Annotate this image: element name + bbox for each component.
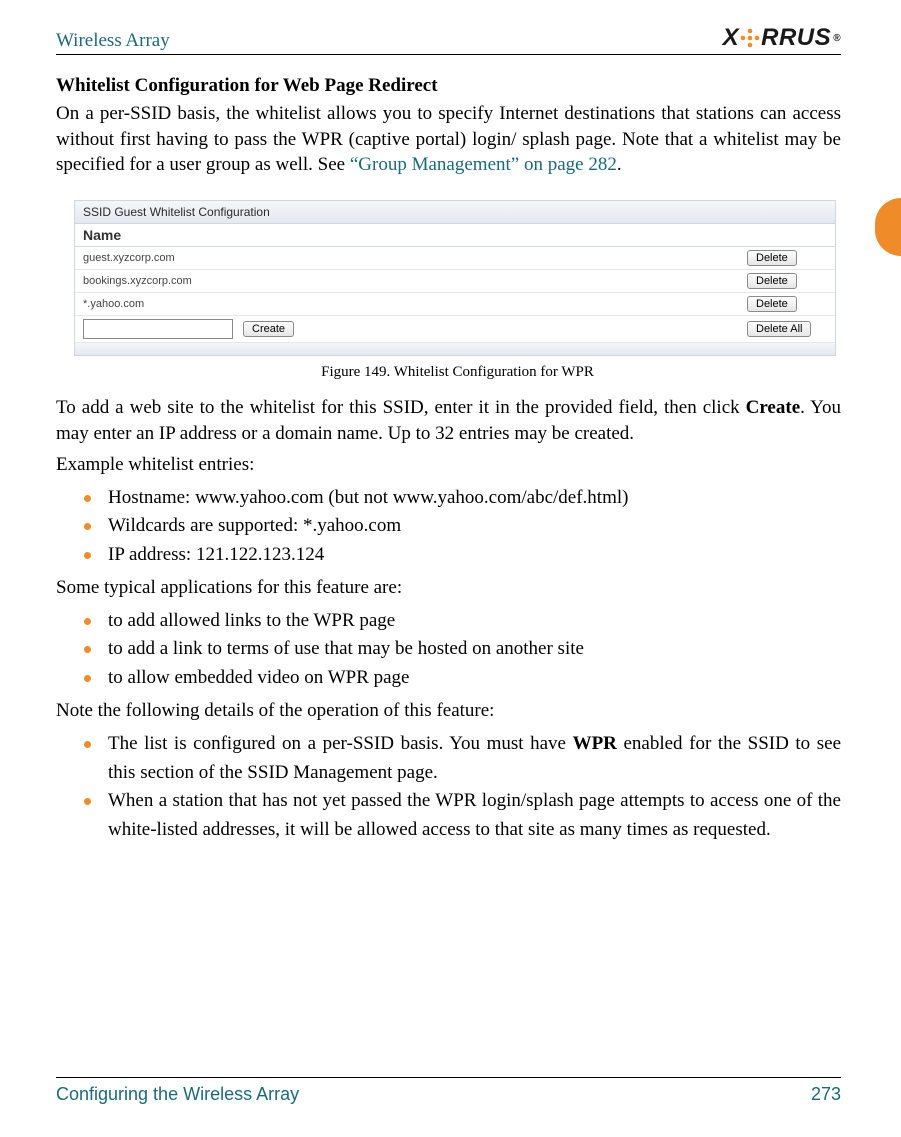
delete-button[interactable]: Delete (747, 250, 797, 266)
p1a: To add a web site to the whitelist for t… (56, 397, 746, 418)
page-footer: Configuring the Wireless Array 273 (56, 1077, 841, 1105)
col-action-header (739, 224, 835, 246)
table-row: bookings.xyzcorp.com Delete (75, 270, 835, 293)
whitelist-entry: *.yahoo.com (83, 298, 144, 310)
list-item: Wildcards are supported: *.yahoo.com (56, 512, 841, 541)
whitelist-entry: guest.xyzcorp.com (83, 252, 175, 264)
page-header: Wireless Array X RRUS ® (56, 24, 841, 55)
table-row: *.yahoo.com Delete (75, 293, 835, 316)
brand-logo: X RRUS ® (723, 24, 841, 52)
new-whitelist-input[interactable] (83, 319, 233, 339)
list-item: to add a link to terms of use that may b… (56, 635, 841, 664)
figure-caption: Figure 149. Whitelist Configuration for … (74, 364, 841, 381)
whitelist-entry: bookings.xyzcorp.com (83, 275, 192, 287)
footer-left: Configuring the Wireless Array (56, 1084, 299, 1105)
create-button[interactable]: Create (243, 321, 294, 337)
group-management-link[interactable]: “Group Management” on page 282 (350, 154, 617, 175)
delete-all-button[interactable]: Delete All (747, 321, 811, 337)
table-footer-stripe (75, 343, 835, 355)
list-item: Hostname: www.yahoo.com (but not www.yah… (56, 484, 841, 513)
delete-button[interactable]: Delete (747, 296, 797, 312)
apps-list: to add allowed links to the WPR page to … (56, 607, 841, 693)
intro-paragraph: On a per-SSID basis, the whitelist allow… (56, 101, 841, 178)
list-item: The list is configured on a per-SSID bas… (56, 730, 841, 787)
logo-registered: ® (833, 33, 841, 44)
col-name-header: Name (75, 224, 739, 246)
paragraph-examples-intro: Example whitelist entries: (56, 452, 841, 478)
whitelist-panel-title: SSID Guest Whitelist Configuration (75, 201, 835, 224)
logo-dots-icon (739, 27, 761, 49)
page-edge-tab (875, 198, 901, 256)
doc-title: Wireless Array (56, 30, 170, 52)
section-heading: Whitelist Configuration for Web Page Red… (56, 75, 841, 97)
logo-letter: X (723, 24, 740, 52)
logo-rest: RRUS (761, 24, 831, 52)
paragraph-details-intro: Note the following details of the operat… (56, 698, 841, 724)
list-item: IP address: 121.122.123.124 (56, 541, 841, 570)
examples-list: Hostname: www.yahoo.com (but not www.yah… (56, 484, 841, 570)
whitelist-table: SSID Guest Whitelist Configuration Name … (74, 200, 836, 356)
intro-text-b: . (617, 154, 622, 175)
details-list: The list is configured on a per-SSID bas… (56, 730, 841, 844)
paragraph-apps-intro: Some typical applications for this featu… (56, 575, 841, 601)
paragraph-add-site: To add a web site to the whitelist for t… (56, 395, 841, 446)
list-item: to add allowed links to the WPR page (56, 607, 841, 636)
d0a: The list is configured on a per-SSID bas… (108, 733, 573, 754)
list-item: to allow embedded video on WPR page (56, 664, 841, 693)
d0b: WPR (573, 733, 617, 754)
footer-page-number: 273 (811, 1084, 841, 1105)
delete-button[interactable]: Delete (747, 273, 797, 289)
p1b: Create (746, 397, 801, 418)
table-row: guest.xyzcorp.com Delete (75, 247, 835, 270)
figure-149: SSID Guest Whitelist Configuration Name … (74, 200, 841, 381)
list-item: When a station that has not yet passed t… (56, 787, 841, 844)
table-row-add: Create Delete All (75, 316, 835, 343)
whitelist-table-head: Name (75, 224, 835, 247)
